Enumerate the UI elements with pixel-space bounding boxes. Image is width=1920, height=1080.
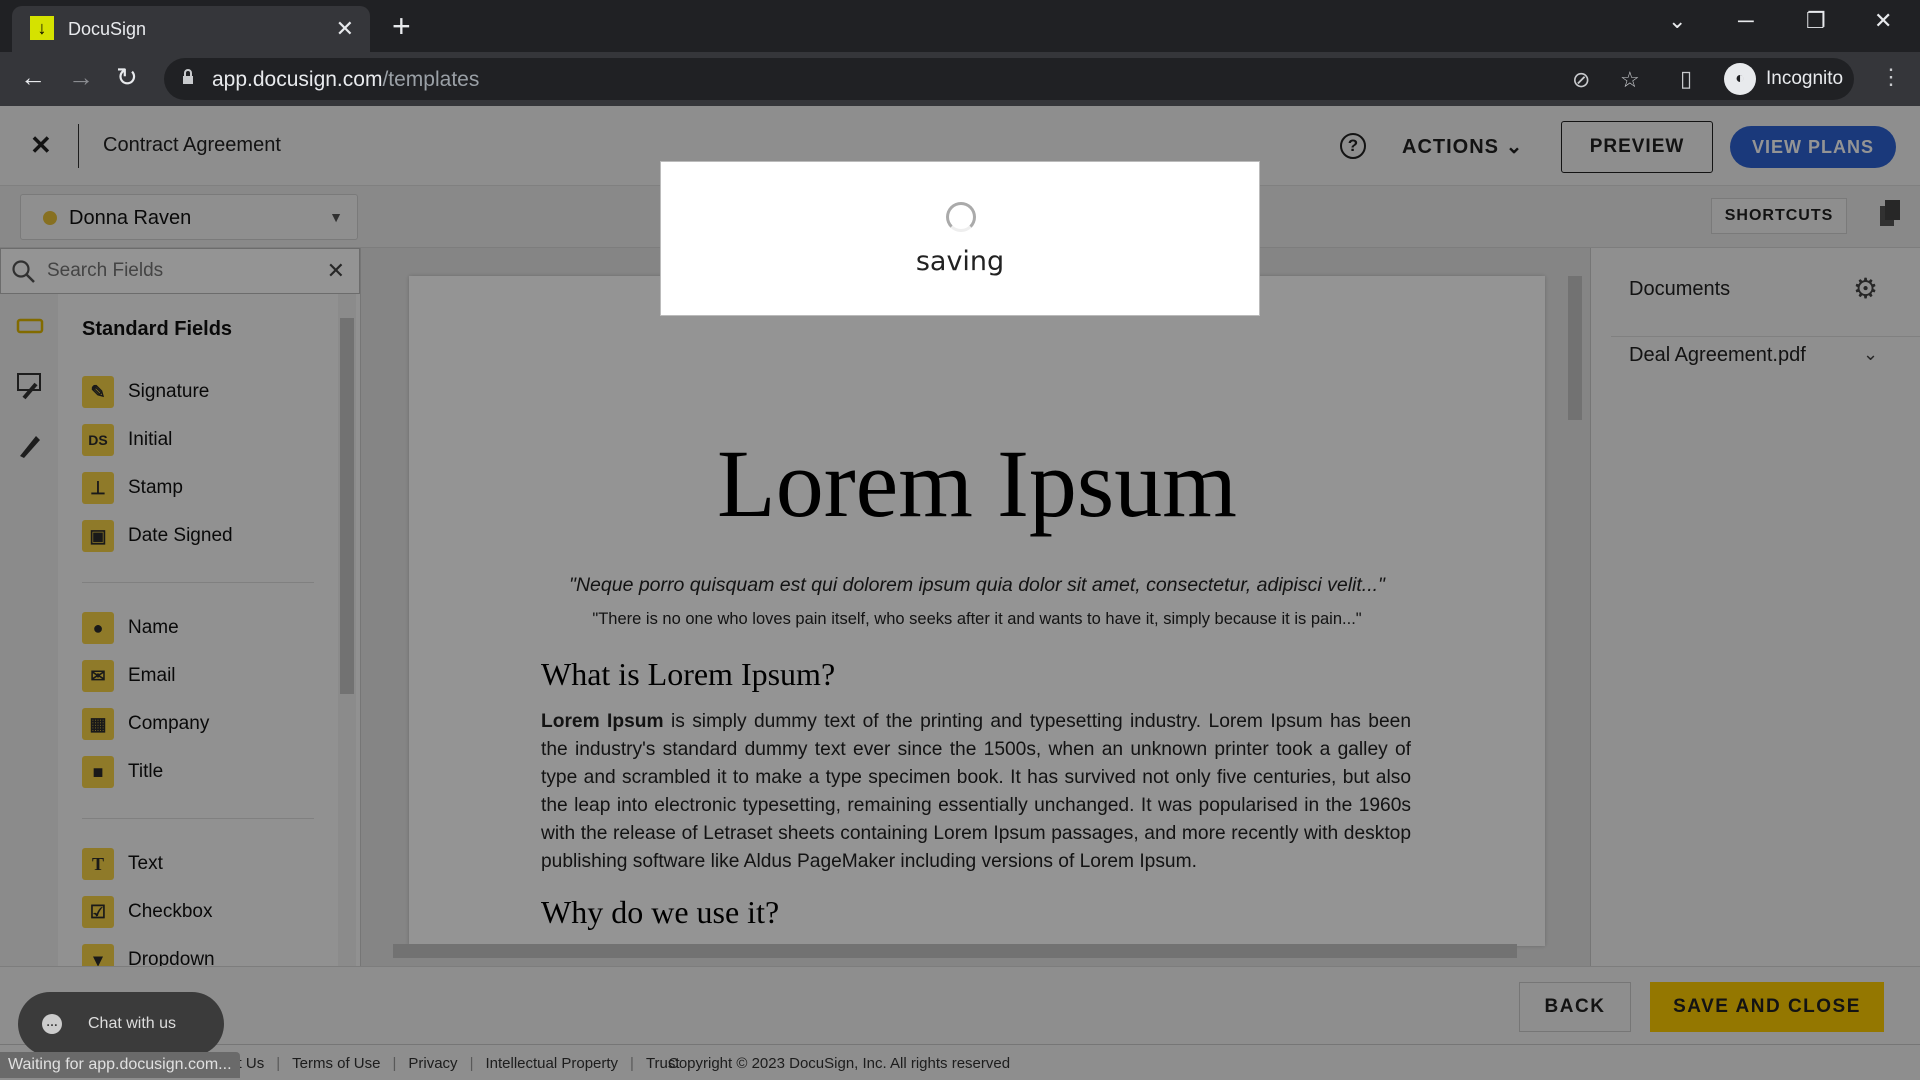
lock-icon <box>183 69 193 84</box>
browser-chrome: ↓ DocuSign ✕ + ⌄ ─ ❐ ✕ ← → ↻ app.docusig… <box>0 0 1920 106</box>
forward-arrow-icon[interactable]: → <box>68 62 94 93</box>
chat-bubble-icon: … <box>42 1014 62 1034</box>
tracking-protection-eye-off-icon[interactable]: ⊘ <box>1572 67 1590 93</box>
saving-dialog: saving <box>660 161 1260 316</box>
address-bar[interactable]: app.docusign.com/templates ⊘ ☆ <box>164 58 1854 100</box>
tab-title: DocuSign <box>68 19 147 39</box>
restore-button[interactable]: ❐ <box>1806 8 1826 34</box>
incognito-icon: ◐ <box>1724 63 1756 95</box>
docusign-favicon-icon: ↓ <box>30 16 54 40</box>
reload-icon[interactable]: ↻ <box>116 62 138 93</box>
chat-with-us-button[interactable]: … Chat with us <box>18 992 224 1056</box>
browser-menu-icon[interactable]: ⋮ <box>1880 64 1902 90</box>
profile-label: Incognito <box>1766 68 1844 89</box>
browser-tab[interactable]: ↓ DocuSign ✕ <box>12 6 370 52</box>
back-arrow-icon[interactable]: ← <box>20 62 46 93</box>
chat-label: Chat with us <box>88 1015 177 1032</box>
url-text: app.docusign.com/templates <box>212 68 480 91</box>
browser-status-bar: Waiting for app.docusign.com... <box>0 1052 240 1078</box>
minimize-button[interactable]: ─ <box>1738 8 1754 34</box>
tab-search-chevron-icon[interactable]: ⌄ <box>1668 8 1686 34</box>
loading-spinner-icon <box>946 202 976 232</box>
browser-toolbar: ← → ↻ app.docusign.com/templates ⊘ ☆ ▯ ◐… <box>0 52 1920 106</box>
bookmark-star-icon[interactable]: ☆ <box>1620 67 1640 93</box>
side-panel-icon[interactable]: ▯ <box>1680 66 1692 92</box>
window-close-button[interactable]: ✕ <box>1874 8 1892 34</box>
saving-message: saving <box>915 246 1005 277</box>
incognito-profile-button[interactable]: ◐ Incognito <box>1720 60 1857 98</box>
new-tab-button[interactable]: + <box>392 8 411 45</box>
tab-close-icon[interactable]: ✕ <box>336 16 354 42</box>
